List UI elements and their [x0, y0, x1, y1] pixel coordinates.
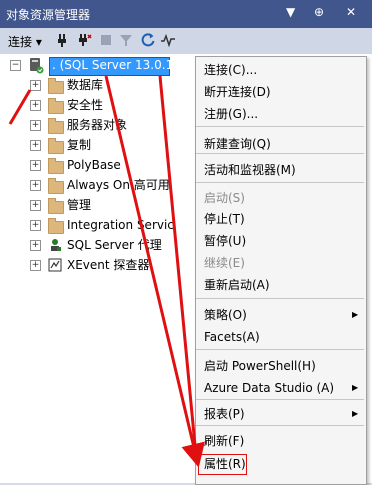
tree-item[interactable]: 复制 — [67, 135, 91, 155]
tree-item[interactable]: SQL Server 代理 — [67, 235, 162, 255]
connect-button[interactable]: 连接 ▾ — [8, 33, 42, 50]
expand-toggle[interactable]: + — [30, 180, 41, 191]
context-menu-item[interactable]: Azure Data Studio (A) — [204, 377, 334, 399]
folder-icon — [48, 218, 64, 234]
context-menu-item[interactable]: Facets(A) — [204, 326, 260, 348]
tree-item[interactable]: 管理 — [67, 195, 91, 215]
plug-disconnect-icon[interactable] — [76, 32, 92, 48]
menu-separator — [196, 399, 364, 400]
folder-icon — [48, 98, 64, 114]
tree-item[interactable]: XEvent 探查器 — [67, 255, 149, 275]
context-menu-item[interactable]: 继续(E) — [204, 252, 245, 274]
context-menu-item[interactable]: 启动(S) — [204, 187, 245, 209]
context-menu-item[interactable]: 注册(G)... — [204, 103, 258, 125]
menu-separator — [196, 425, 364, 426]
context-menu-item[interactable]: 连接(C)... — [204, 59, 257, 81]
submenu-arrow-icon: ▶ — [352, 310, 359, 319]
sql-agent-icon — [51, 239, 61, 251]
tree-item[interactable]: PolyBase — [67, 155, 121, 175]
tree-item[interactable]: 数据库 — [67, 75, 103, 95]
context-menu-item[interactable]: 暂停(U) — [204, 230, 246, 252]
expand-toggle[interactable]: + — [30, 200, 41, 211]
menu-separator — [196, 298, 364, 299]
expand-toggle[interactable]: + — [30, 220, 41, 231]
stop-icon[interactable] — [98, 32, 114, 48]
root-server-label: . (SQL Server 13.0.16 — [52, 58, 181, 72]
menu-separator — [196, 126, 364, 127]
context-menu-item[interactable]: 断开连接(D) — [204, 81, 271, 103]
toolbar: 连接 ▾ — [0, 28, 372, 54]
tree-item[interactable]: 服务器对象 — [67, 115, 127, 135]
close-icon[interactable]: ✕ — [346, 5, 356, 19]
tree-item[interactable]: 安全性 — [67, 95, 103, 115]
expand-toggle[interactable]: + — [30, 160, 41, 171]
tree-item[interactable]: Always On 高可用 — [67, 175, 170, 195]
expand-toggle[interactable]: + — [30, 140, 41, 151]
expand-toggle[interactable]: + — [30, 120, 41, 131]
context-menu-item[interactable]: 刷新(F) — [204, 430, 244, 452]
context-menu-item[interactable]: 重新启动(A) — [204, 274, 270, 296]
submenu-arrow-icon: ▶ — [352, 383, 359, 392]
activity-monitor-icon[interactable] — [160, 32, 176, 48]
context-menu-item[interactable]: 报表(P) — [204, 403, 245, 425]
folder-icon — [48, 138, 64, 154]
collapse-toggle[interactable]: − — [10, 60, 21, 71]
context-menu-item[interactable]: 停止(T) — [204, 208, 245, 230]
server-icon — [30, 58, 44, 74]
tree-item[interactable]: Integration Servic — [67, 215, 174, 235]
folder-icon — [48, 178, 64, 194]
refresh-icon[interactable] — [140, 32, 156, 48]
submenu-arrow-icon: ▶ — [352, 409, 359, 418]
filter-icon[interactable] — [118, 32, 134, 48]
auto-hide-icon[interactable]: ⊕ — [314, 5, 324, 19]
window-title: 对象资源管理器 — [6, 8, 91, 22]
context-menu-item[interactable]: 新建查询(Q) — [204, 133, 271, 155]
folder-icon — [48, 118, 64, 134]
menu-separator — [196, 182, 364, 183]
folder-icon — [48, 78, 64, 94]
pin-dropdown-icon[interactable]: ▼ — [286, 5, 295, 19]
menu-separator — [196, 349, 364, 350]
plug-connect-icon[interactable] — [54, 32, 70, 48]
context-menu-item[interactable]: 策略(O) — [204, 304, 247, 326]
expand-toggle[interactable]: + — [30, 240, 41, 251]
expand-toggle[interactable]: + — [30, 80, 41, 91]
window-title-bar: 对象资源管理器 ▼ ⊕ ✕ — [0, 0, 372, 28]
context-menu-item[interactable]: 启动 PowerShell(H) — [204, 355, 316, 377]
chevron-down-icon: ▾ — [35, 35, 42, 49]
annotation-highlight-box — [198, 454, 247, 475]
folder-icon — [48, 158, 64, 174]
folder-icon — [48, 198, 64, 214]
expand-toggle[interactable]: + — [30, 100, 41, 111]
connect-label: 连接 — [8, 35, 33, 49]
xevent-profiler-icon — [48, 258, 62, 272]
expand-toggle[interactable]: + — [30, 260, 41, 271]
context-menu-item[interactable]: 活动和监视器(M) — [204, 159, 296, 181]
